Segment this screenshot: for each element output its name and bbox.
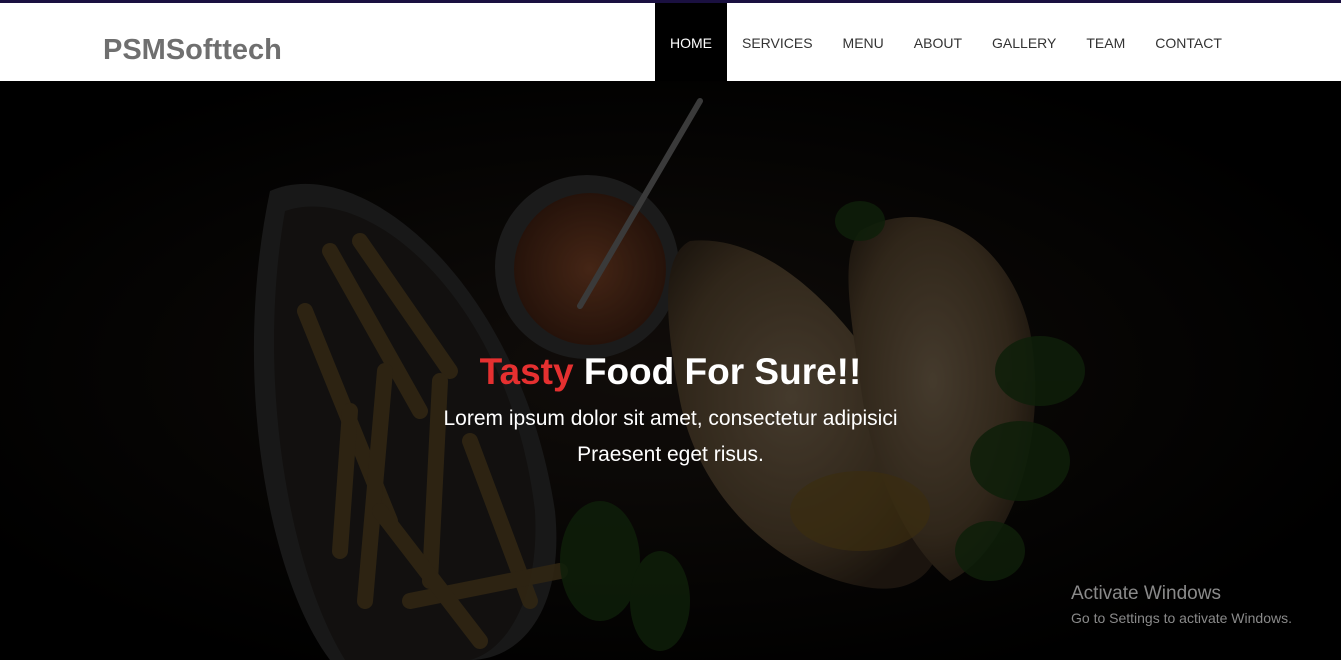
main-nav: HOME SERVICES MENU ABOUT GALLERY TEAM CO… (655, 3, 1237, 81)
hero-subtext-line: Lorem ipsum dolor sit amet, consectetur … (443, 407, 898, 430)
watermark-subtitle: Go to Settings to activate Windows. (1071, 610, 1292, 626)
nav-item-about[interactable]: ABOUT (899, 3, 977, 81)
nav-item-menu[interactable]: MENU (828, 3, 899, 81)
navbar: PSMSofttech HOME SERVICES MENU ABOUT GAL… (0, 3, 1341, 81)
nav-item-home[interactable]: HOME (655, 3, 727, 81)
headline-accent: Tasty (479, 351, 574, 392)
hero-subtext-line: Praesent eget risus. (577, 443, 764, 466)
activate-windows-watermark: Activate Windows Go to Settings to activ… (1071, 583, 1292, 628)
hero-subtext: Lorem ipsum dolor sit amet, consectetur … (421, 401, 921, 473)
nav-item-services[interactable]: SERVICES (727, 3, 828, 81)
watermark-title: Activate Windows (1071, 583, 1221, 604)
nav-item-contact[interactable]: CONTACT (1140, 3, 1237, 81)
hero-section: Tasty Food For Sure!! Lorem ipsum dolor … (0, 81, 1341, 660)
headline-rest: Food For Sure!! (583, 351, 862, 392)
nav-item-gallery[interactable]: GALLERY (977, 3, 1071, 81)
hero-headline: Tasty Food For Sure!! (0, 349, 1341, 395)
nav-item-team[interactable]: TEAM (1071, 3, 1140, 81)
brand-logo[interactable]: PSMSofttech (103, 33, 282, 67)
hero-text: Tasty Food For Sure!! Lorem ipsum dolor … (0, 349, 1341, 473)
